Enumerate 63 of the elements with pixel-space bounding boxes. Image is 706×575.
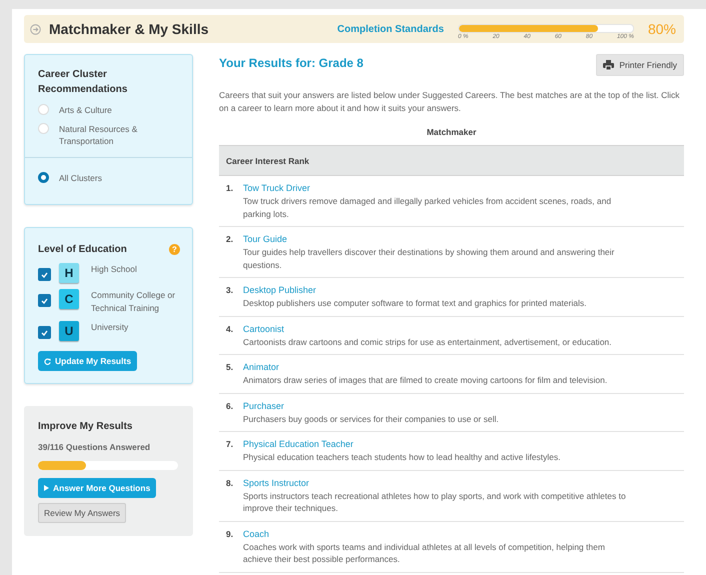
career-description: Physical education teachers teach students how to lead healthy and active lifestyles. [243,451,561,464]
questions-answered-text: 39/116 Questions Answered [38,442,152,452]
rank-number: 1. [226,182,234,195]
radio-label: Natural Resources & Transportation [59,123,138,147]
rank-number: 4. [226,322,234,336]
career-link[interactable]: Cartoonist [243,322,284,336]
card-title: Improve My Results [38,420,134,434]
career-description: Desktop publishers use computer software to format text and graphics for printed materials. [243,297,586,310]
career-description: Tour guides help travellers discover their destinations by showing them around and answering their questions. [243,246,616,271]
check-icon [41,272,48,278]
career-link[interactable]: Desktop Publisher [243,284,316,297]
answer-more-button[interactable]: Answer More Questions [38,478,156,498]
intro-paragraph: Careers that suit your answers are listed below under Suggested Careers. The best matches are at the top of the list. Click on a career to learn more about it and how it suits your answers. [219,89,680,115]
card-title: Career Cluster Recommendations [38,68,128,97]
level-label: University [91,321,128,334]
rank-number: 6. [226,400,234,412]
column-header: Career Interest Rank [219,145,684,176]
printer-icon [603,60,614,70]
career-description: Sports instructors teach recreational athletes how to play sports, and work with competitive athletes to improve their techniques. [243,490,627,514]
card-title: Level of Education [38,243,127,257]
career-link[interactable]: Sports Instructor [243,476,310,490]
career-link[interactable]: Tour Guide [243,233,288,246]
career-description: Animators draw series of images that are filmed to create moving cartoons for film and television. [243,374,608,386]
level-badge: H [59,263,79,283]
career-link[interactable]: Tow Truck Driver [243,182,310,195]
career-description: Cartoonists draw cartoons and comic strips for use as entertainment, advertisement, or education. [243,336,612,348]
career-link[interactable]: Animator [243,361,280,374]
career-link[interactable]: Coach [243,528,270,540]
play-icon [44,485,49,491]
career-description: Tow truck drivers remove damaged and illegally parked vehicles from accident scenes, roads, and parking lots. [243,195,612,220]
rank-number: 7. [226,438,234,451]
rank-number: 9. [226,528,234,540]
career-link[interactable]: Physical Education Teacher [243,438,354,451]
page-title: Matchmaker & My Skills [49,21,210,37]
checkbox[interactable] [38,268,51,281]
completion-standards-label: Completion Standards [337,24,444,34]
radio-label: Arts & Culture [59,104,112,116]
level-label: High School [91,263,137,276]
career-description: Coaches work with sports teams and individual athletes at all levels of competition, helping them achieve their best possible performances. [243,540,606,566]
results-title: Your Results for: Grade 8 [219,56,364,70]
review-answers-button[interactable]: Review My Answers [38,503,126,523]
career-link[interactable]: Purchaser [243,400,284,412]
rank-number: 8. [226,476,234,490]
rank-number: 2. [226,233,234,246]
check-icon [41,298,48,304]
table-caption: Matchmaker [426,127,478,137]
checkbox[interactable] [38,326,51,339]
checkbox[interactable] [38,294,51,307]
help-icon[interactable]: ? [169,244,180,255]
rank-number: 5. [226,361,234,374]
career-description: Purchasers buy goods or services for their companies to use or sell. [243,412,499,425]
level-badge: U [59,321,79,341]
level-badge: C [59,289,79,309]
arrow-circle-icon [30,24,41,34]
completion-percent: 80% [646,21,676,37]
printer-friendly-button[interactable]: Printer Friendly [596,54,684,76]
update-results-button[interactable]: Update My Results [38,351,138,371]
rank-number: 3. [226,284,234,297]
level-label: Community College or Technical Training [91,289,176,315]
check-icon [41,330,48,336]
radio-label: All Clusters [59,172,102,184]
radio-button[interactable] [38,172,49,183]
refresh-icon [44,358,51,364]
